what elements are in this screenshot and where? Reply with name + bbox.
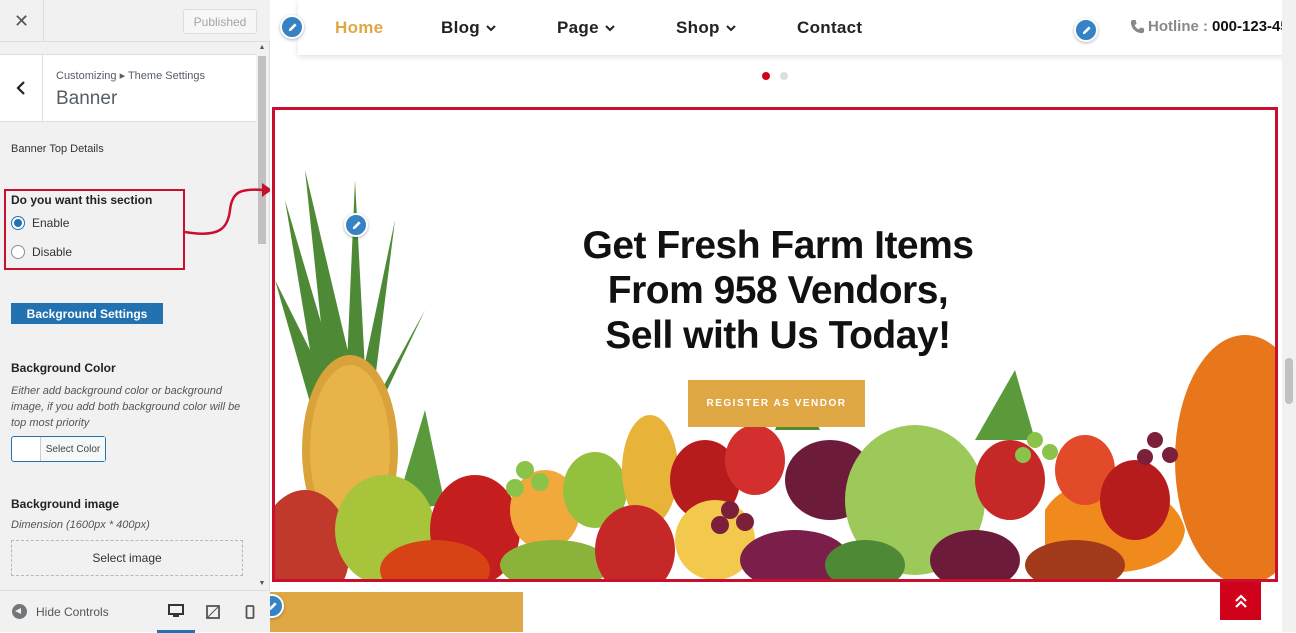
- panel-scrollbar[interactable]: ▲ ▼: [256, 42, 268, 590]
- radio-enable-input[interactable]: [11, 216, 25, 230]
- tablet-icon: [206, 605, 220, 619]
- nav-item-contact[interactable]: Contact: [797, 18, 862, 38]
- tablet-preview-button[interactable]: [194, 591, 232, 633]
- published-button[interactable]: Published: [183, 9, 257, 34]
- select-image-button[interactable]: Select image: [11, 540, 243, 576]
- slider-dot[interactable]: [780, 72, 788, 80]
- nav-item-blog[interactable]: Blog: [441, 18, 496, 38]
- nav-home-label: Home: [335, 18, 384, 37]
- nav-shop-label: Shop: [676, 18, 720, 37]
- banner-title-line: From 958 Vendors,: [607, 269, 949, 312]
- desktop-icon: [168, 603, 184, 617]
- chevron-down-icon: [605, 25, 615, 32]
- customizer-panel: ✕ Published Customizing ▸ Theme Settings…: [0, 0, 270, 633]
- color-swatch: [12, 437, 41, 461]
- panel-footer: Hide Controls: [0, 590, 270, 633]
- radio-disable-label: Disable: [32, 245, 73, 259]
- hotline: Hotline : 000-123-454: [1130, 18, 1296, 35]
- radio-disable-input[interactable]: [11, 245, 25, 259]
- section-header: Customizing ▸ Theme Settings Banner: [0, 54, 256, 122]
- nav-item-home[interactable]: Home: [335, 18, 383, 38]
- double-chevron-up-icon: [1234, 594, 1247, 608]
- banner-title-line: Sell with Us Today!: [605, 314, 951, 357]
- panel-header: ✕ Published: [0, 0, 270, 42]
- pencil-icon: [1082, 25, 1091, 34]
- hide-controls-label: Hide Controls: [36, 604, 109, 619]
- annotation-arrow: [184, 183, 272, 235]
- desktop-preview-button[interactable]: [157, 591, 195, 633]
- scroll-to-top-button[interactable]: [1220, 582, 1261, 620]
- preview-scrollbar[interactable]: [1282, 0, 1296, 632]
- hide-controls-button[interactable]: Hide Controls: [12, 604, 109, 619]
- slider-dot-active[interactable]: [762, 72, 770, 80]
- preview-scrollbar-thumb[interactable]: [1285, 358, 1293, 404]
- pencil-icon: [270, 601, 277, 610]
- edit-shortcut-hotline[interactable]: [1074, 18, 1098, 42]
- section-title: Banner: [56, 88, 118, 109]
- nav-blog-label: Blog: [441, 18, 480, 37]
- back-button[interactable]: [0, 55, 43, 121]
- banner-top-details-label: Banner Top Details: [11, 143, 104, 155]
- edit-shortcut-banner[interactable]: [344, 213, 368, 237]
- chevron-down-icon: [725, 25, 736, 32]
- background-image-heading: Background image: [11, 497, 120, 511]
- background-color-description: Either add background color or backgroun…: [11, 385, 241, 429]
- chevron-down-icon: [486, 25, 496, 32]
- radio-enable-label: Enable: [32, 216, 70, 230]
- nav-item-shop[interactable]: Shop: [676, 18, 736, 38]
- select-color-label: Select Color: [41, 437, 105, 461]
- pencil-icon: [288, 22, 297, 31]
- section-toggle-question: Do you want this section: [11, 193, 153, 207]
- background-settings-button[interactable]: Background Settings: [11, 303, 163, 324]
- nav-contact-label: Contact: [797, 18, 863, 37]
- register-vendor-button[interactable]: REGISTER AS VENDOR: [688, 380, 865, 427]
- close-icon: ✕: [13, 10, 30, 31]
- mobile-preview-button[interactable]: [231, 591, 269, 633]
- mobile-icon: [245, 605, 255, 619]
- scroll-down-icon[interactable]: ▼: [258, 580, 266, 588]
- nav-item-page[interactable]: Page: [557, 18, 615, 38]
- hotline-label: Hotline :: [1148, 18, 1208, 35]
- dimension-hint: Dimension (1600px * 400px): [11, 519, 150, 531]
- main-navigation: Home Blog Page Shop Contact Hotline : 00…: [298, 0, 1296, 55]
- breadcrumb: Customizing ▸ Theme Settings: [56, 70, 205, 82]
- radio-enable[interactable]: Enable: [11, 216, 69, 230]
- chevron-left-icon: [16, 81, 25, 95]
- close-button[interactable]: ✕: [0, 0, 44, 42]
- site-preview: Home Blog Page Shop Contact Hotline : 00…: [270, 0, 1296, 632]
- banner-section: Get Fresh Farm Items From 958 Vendors, S…: [272, 107, 1278, 582]
- banner-title: Get Fresh Farm Items From 958 Vendors, S…: [275, 223, 1275, 358]
- next-section-bar: [270, 592, 523, 632]
- slider-dots: [762, 72, 798, 80]
- collapse-icon: [12, 604, 27, 619]
- nav-page-label: Page: [557, 18, 599, 37]
- edit-shortcut-nav[interactable]: [280, 15, 304, 39]
- background-color-heading: Background Color: [11, 361, 116, 375]
- scroll-up-icon[interactable]: ▲: [258, 44, 266, 52]
- pencil-icon: [352, 220, 361, 229]
- radio-disable[interactable]: Disable: [11, 245, 72, 259]
- banner-title-line: Get Fresh Farm Items: [582, 224, 974, 267]
- select-color-button[interactable]: Select Color: [11, 436, 106, 462]
- phone-icon: [1130, 19, 1145, 34]
